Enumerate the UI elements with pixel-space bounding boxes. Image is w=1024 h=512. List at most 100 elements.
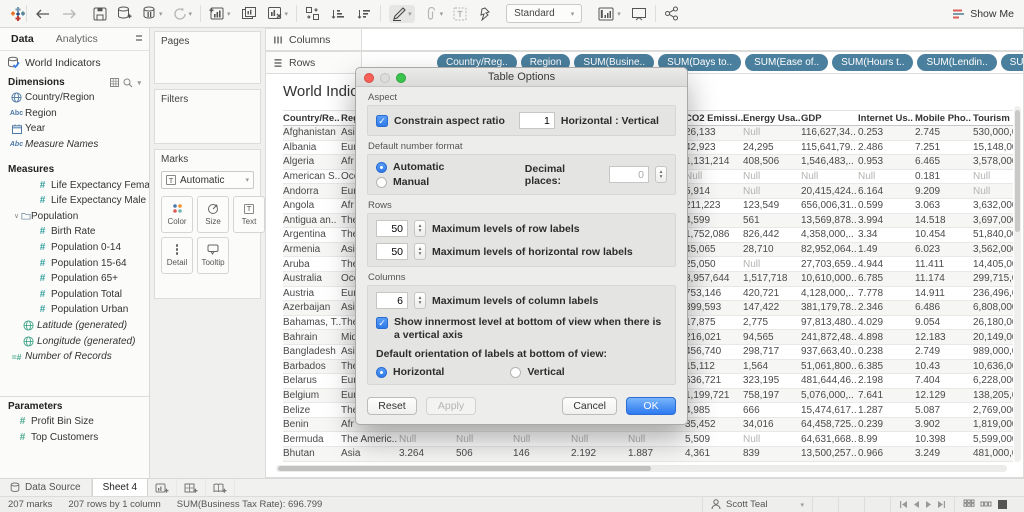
table-cell[interactable]: 147,422 bbox=[743, 302, 801, 313]
field-item[interactable]: =#Number of Records bbox=[0, 349, 149, 365]
table-cell[interactable]: Benin bbox=[283, 419, 341, 430]
table-cell[interactable]: Azerbaijan bbox=[283, 302, 341, 313]
table-cell[interactable]: Argentina bbox=[283, 229, 341, 240]
decimal-places-stepper[interactable]: ▴▾ bbox=[655, 166, 667, 183]
table-header-cell[interactable]: CO2 Emissi.. bbox=[685, 113, 743, 124]
field-item[interactable]: #Population Urban bbox=[0, 302, 149, 318]
table-cell[interactable]: 138,205,0 bbox=[973, 390, 1013, 401]
table-cell[interactable]: Albania bbox=[283, 142, 341, 153]
table-cell[interactable]: 2.346 bbox=[858, 302, 915, 313]
show-mark-labels-button[interactable] bbox=[453, 7, 467, 21]
table-cell[interactable]: 20,415,424.. bbox=[801, 186, 858, 197]
show-sheet-icon[interactable] bbox=[997, 499, 1008, 510]
table-cell[interactable]: Andorra bbox=[283, 186, 341, 197]
table-cell[interactable]: 13,500,257.. bbox=[801, 448, 858, 459]
table-cell[interactable]: Null bbox=[743, 127, 801, 138]
max-horizontal-row-labels-stepper[interactable]: ▴▾ bbox=[414, 243, 426, 260]
table-cell[interactable]: 13,569,878.. bbox=[801, 215, 858, 226]
table-cell[interactable]: Antigua an.. bbox=[283, 215, 341, 226]
table-cell[interactable]: 7.251 bbox=[915, 142, 973, 153]
table-cell[interactable]: Null bbox=[858, 171, 915, 182]
table-cell[interactable]: 211,223 bbox=[685, 200, 743, 211]
manual-radio[interactable] bbox=[376, 177, 387, 188]
table-cell[interactable]: 14.911 bbox=[915, 288, 973, 299]
table-cell[interactable]: 4,985 bbox=[685, 405, 743, 416]
dropdown-caret-icon[interactable]: ▾ bbox=[285, 10, 289, 18]
show-innermost-checkbox[interactable]: ✓ bbox=[376, 317, 388, 329]
table-cell[interactable]: 2,769,000 bbox=[973, 405, 1013, 416]
table-cell[interactable]: 299,715,0 bbox=[973, 273, 1013, 284]
table-cell[interactable]: 3,957,644 bbox=[685, 273, 743, 284]
field-item[interactable]: #Population Total bbox=[0, 287, 149, 303]
table-cell[interactable]: 4,128,000,.. bbox=[801, 288, 858, 299]
table-cell[interactable]: 6.023 bbox=[915, 244, 973, 255]
table-cell[interactable]: 561 bbox=[743, 215, 801, 226]
table-cell[interactable]: Asia bbox=[341, 448, 399, 459]
field-item[interactable]: Year bbox=[0, 121, 149, 137]
table-cell[interactable]: 4.944 bbox=[858, 259, 915, 270]
table-cell[interactable]: Null bbox=[743, 259, 801, 270]
table-cell[interactable]: 0.953 bbox=[858, 156, 915, 167]
tab-data[interactable]: Data bbox=[0, 28, 45, 50]
previous-sheet-icon[interactable] bbox=[913, 500, 920, 509]
vertical-scrollbar-thumb[interactable] bbox=[1015, 110, 1020, 232]
table-cell[interactable]: 1,819,000 bbox=[973, 419, 1013, 430]
table-cell[interactable]: 4,599 bbox=[685, 215, 743, 226]
table-cell[interactable]: Belarus bbox=[283, 375, 341, 386]
table-cell[interactable]: Belize bbox=[283, 405, 341, 416]
table-cell[interactable]: 323,195 bbox=[743, 375, 801, 386]
table-cell[interactable]: Aruba bbox=[283, 259, 341, 270]
table-cell[interactable]: Null bbox=[685, 171, 743, 182]
table-cell[interactable]: 51,840,00 bbox=[973, 229, 1013, 240]
table-cell[interactable]: 26,133 bbox=[685, 127, 743, 138]
show-hide-cards-button[interactable]: ▾ bbox=[598, 7, 621, 21]
table-cell[interactable]: Bermuda bbox=[283, 434, 341, 445]
aspect-ratio-input[interactable] bbox=[519, 112, 555, 129]
table-cell[interactable]: 5,076,000,.. bbox=[801, 390, 858, 401]
rows-shelf-pill[interactable]: SUM(Hours t.. bbox=[832, 54, 913, 71]
field-item[interactable]: #Life Expectancy Male bbox=[0, 193, 149, 209]
sort-descending-button[interactable] bbox=[356, 7, 372, 21]
table-cell[interactable]: 51,061,800.. bbox=[801, 361, 858, 372]
table-cell[interactable]: 5,599,000 bbox=[973, 434, 1013, 445]
pause-updates-button[interactable]: ▾ bbox=[142, 6, 163, 21]
table-cell[interactable]: 10.398 bbox=[915, 434, 973, 445]
table-cell[interactable]: 3.249 bbox=[915, 448, 973, 459]
size-button[interactable]: Size bbox=[197, 196, 229, 233]
group-members-button[interactable]: ▾ bbox=[425, 7, 444, 21]
table-cell[interactable]: 15,112 bbox=[685, 361, 743, 372]
table-cell[interactable]: 123,549 bbox=[743, 200, 801, 211]
swap-rows-columns-button[interactable] bbox=[305, 6, 320, 21]
field-item[interactable]: #Top Customers bbox=[0, 430, 149, 446]
sheet-4-tab[interactable]: Sheet 4 bbox=[92, 479, 148, 496]
dropdown-caret-icon[interactable]: ▾ bbox=[189, 10, 193, 18]
detail-button[interactable]: Detail bbox=[161, 237, 193, 274]
table-cell[interactable]: 12.129 bbox=[915, 390, 973, 401]
field-item[interactable]: AbcRegion bbox=[0, 106, 149, 122]
reset-button[interactable]: Reset bbox=[367, 397, 417, 415]
table-cell[interactable]: 42,923 bbox=[685, 142, 743, 153]
dropdown-caret-icon[interactable]: ▾ bbox=[617, 10, 621, 18]
highlight-button[interactable]: ▾ bbox=[389, 5, 415, 23]
table-cell[interactable]: 6.486 bbox=[915, 302, 973, 313]
table-cell[interactable]: 1.887 bbox=[628, 448, 685, 459]
table-cell[interactable]: 7.778 bbox=[858, 288, 915, 299]
table-cell[interactable]: 241,872,48.. bbox=[801, 332, 858, 343]
table-cell[interactable]: 989,000,0 bbox=[973, 346, 1013, 357]
table-header-cell[interactable]: Tourism I.. bbox=[973, 113, 1013, 124]
dropdown-caret-icon[interactable]: ▾ bbox=[227, 10, 231, 18]
table-cell[interactable]: 1,546,483,.. bbox=[801, 156, 858, 167]
table-cell[interactable]: Afghanistan bbox=[283, 127, 341, 138]
table-cell[interactable]: 34,016 bbox=[743, 419, 801, 430]
table-cell[interactable]: 636,721 bbox=[685, 375, 743, 386]
table-cell[interactable]: 7.404 bbox=[915, 375, 973, 386]
tooltip-button[interactable]: Tooltip bbox=[197, 237, 229, 274]
table-cell[interactable]: 10,610,000.. bbox=[801, 273, 858, 284]
table-cell[interactable]: 758,197 bbox=[743, 390, 801, 401]
search-icon[interactable] bbox=[123, 78, 133, 88]
table-cell[interactable]: Angola bbox=[283, 200, 341, 211]
table-cell[interactable]: 456,740 bbox=[685, 346, 743, 357]
table-cell[interactable]: Bahamas, T.. bbox=[283, 317, 341, 328]
table-cell[interactable]: 11.174 bbox=[915, 273, 973, 284]
table-cell[interactable]: Null bbox=[801, 171, 858, 182]
